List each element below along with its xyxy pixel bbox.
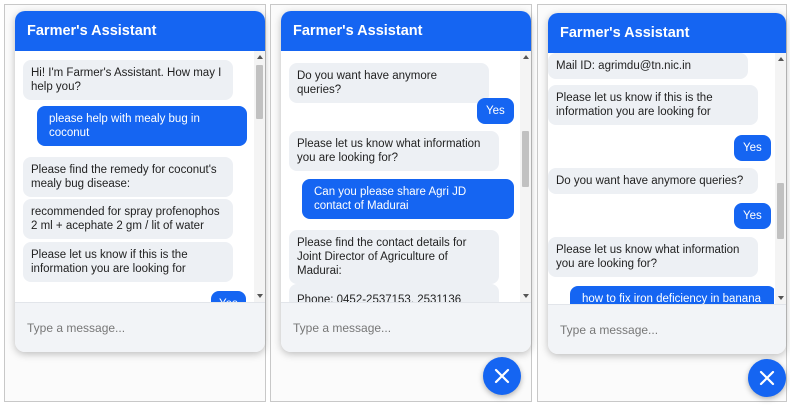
message-input[interactable] bbox=[281, 303, 531, 352]
scroll-up-arrow-icon[interactable] bbox=[778, 57, 784, 61]
bot-message: Please let us know if this is the inform… bbox=[548, 85, 758, 125]
bot-message: Hi! I'm Farmer's Assistant. How may I he… bbox=[23, 60, 233, 100]
scrollbar[interactable] bbox=[775, 53, 786, 304]
bot-message: Do you want have anymore queries? bbox=[289, 63, 489, 103]
bot-message: Mail ID: agrimdu@tn.nic.in bbox=[548, 53, 748, 79]
message-list[interactable]: Do you want have anymore queries? Yes Pl… bbox=[281, 51, 519, 302]
message-list[interactable]: Hi! I'm Farmer's Assistant. How may I he… bbox=[15, 51, 253, 302]
message-input-bar bbox=[281, 302, 531, 352]
chat-panel-2: Farmer's Assistant Do you want have anym… bbox=[270, 4, 532, 402]
chat-panel-1: Farmer's Assistant Hi! I'm Farmer's Assi… bbox=[4, 4, 266, 402]
scroll-down-arrow-icon[interactable] bbox=[523, 294, 529, 298]
chat-header-title: Farmer's Assistant bbox=[548, 13, 786, 53]
scrollbar-thumb[interactable] bbox=[256, 65, 263, 119]
chat-header-title: Farmer's Assistant bbox=[281, 11, 531, 51]
bot-message: Please let us know what information you … bbox=[548, 237, 758, 277]
message-list[interactable]: Mail ID: agrimdu@tn.nic.in Please let us… bbox=[548, 53, 774, 304]
scrollbar-thumb[interactable] bbox=[777, 183, 784, 239]
user-message: Yes bbox=[477, 98, 514, 124]
chat-widget: Farmer's Assistant Mail ID: agrimdu@tn.n… bbox=[548, 13, 786, 354]
user-message: please help with mealy bug in coconut bbox=[37, 106, 247, 146]
close-chat-button[interactable] bbox=[483, 357, 521, 395]
message-input[interactable] bbox=[15, 303, 265, 352]
bot-message: Please let us know if this is the inform… bbox=[23, 242, 233, 282]
scrollbar[interactable] bbox=[254, 51, 265, 302]
scroll-down-arrow-icon[interactable] bbox=[257, 294, 263, 298]
close-icon bbox=[759, 370, 775, 386]
bot-message: Phone: 0452-2537153, 2531136 bbox=[289, 284, 499, 302]
scroll-up-arrow-icon[interactable] bbox=[257, 55, 263, 59]
scroll-down-arrow-icon[interactable] bbox=[778, 296, 784, 300]
user-message: Yes bbox=[734, 135, 771, 161]
chat-widget: Farmer's Assistant Hi! I'm Farmer's Assi… bbox=[15, 11, 265, 352]
message-input[interactable] bbox=[548, 305, 786, 354]
bot-message: Do you want have anymore queries? bbox=[548, 168, 758, 194]
user-message: Yes bbox=[734, 203, 771, 229]
bot-message: Please find the remedy for coconut's mea… bbox=[23, 157, 233, 197]
user-message: Can you please share Agri JD contact of … bbox=[302, 179, 514, 219]
scrollbar-thumb[interactable] bbox=[522, 131, 529, 187]
scrollbar[interactable] bbox=[520, 51, 531, 302]
bot-message: recommended for spray profenophos 2 ml +… bbox=[23, 199, 233, 239]
chat-header-title: Farmer's Assistant bbox=[15, 11, 265, 51]
message-input-bar bbox=[548, 304, 786, 354]
bot-message: Please let us know what information you … bbox=[289, 131, 499, 171]
bot-message: Please find the contact details for Join… bbox=[289, 230, 499, 284]
chat-panel-3: Farmer's Assistant Mail ID: agrimdu@tn.n… bbox=[537, 4, 787, 402]
user-message: Yes bbox=[211, 291, 246, 302]
scroll-up-arrow-icon[interactable] bbox=[523, 55, 529, 59]
user-message: how to fix iron deficiency in banana bbox=[570, 286, 774, 304]
chat-widget: Farmer's Assistant Do you want have anym… bbox=[281, 11, 531, 352]
close-chat-button[interactable] bbox=[748, 359, 786, 397]
message-input-bar bbox=[15, 302, 265, 352]
close-icon bbox=[494, 368, 510, 384]
